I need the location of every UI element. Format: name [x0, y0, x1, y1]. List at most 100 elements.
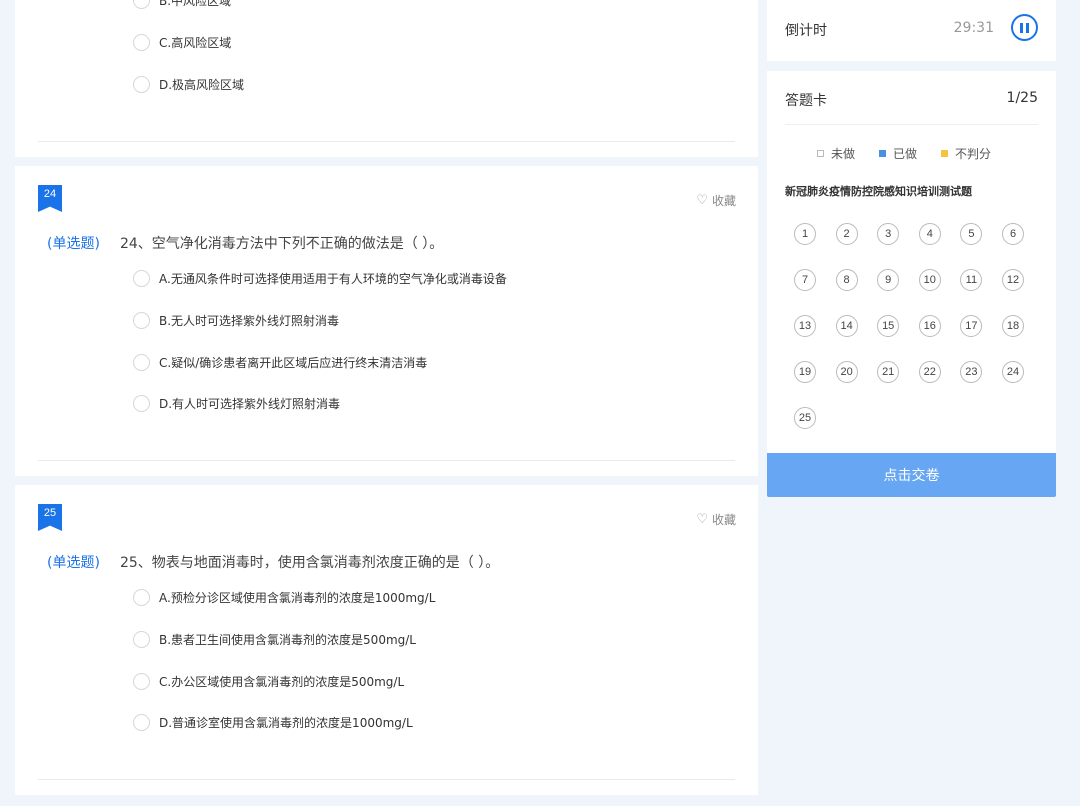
option-d[interactable]: D.极高风险区域 — [133, 76, 244, 93]
question-number-16[interactable]: 16 — [918, 315, 941, 337]
pause-bar — [1020, 22, 1023, 33]
question-number-1[interactable]: 1 — [794, 223, 816, 245]
legend-label: 未做 — [831, 147, 856, 161]
question-number-23[interactable]: 23 — [960, 361, 983, 383]
radio-icon[interactable] — [133, 714, 150, 731]
option-label: C.办公区域使用含氯消毒剂的浓度是500mg/L — [159, 675, 405, 689]
question-number-badge: 24 — [38, 185, 62, 212]
radio-icon[interactable] — [133, 395, 150, 412]
heart-icon: ♡ — [696, 512, 708, 527]
question-number-17[interactable]: 17 — [960, 315, 983, 337]
radio-icon[interactable] — [133, 76, 150, 93]
option-d[interactable]: D.普通诊室使用含氯消毒剂的浓度是1000mg/L — [133, 714, 413, 731]
legend-label: 已做 — [893, 147, 918, 161]
radio-icon[interactable] — [133, 673, 150, 690]
divider — [38, 141, 735, 142]
heart-icon: ♡ — [696, 193, 708, 208]
question-number-19[interactable]: 19 — [794, 361, 816, 383]
timer-panel: 倒计时 29:31 — [767, 0, 1056, 61]
legend-item-ungraded: 不判分 — [941, 145, 991, 162]
question-number-14[interactable]: 14 — [835, 315, 858, 337]
ungraded-swatch-icon — [941, 150, 949, 157]
option-a[interactable]: A.预检分诊区域使用含氯消毒剂的浓度是1000mg/L — [133, 589, 435, 606]
option-c[interactable]: C.办公区域使用含氯消毒剂的浓度是500mg/L — [133, 673, 404, 690]
question-number-21[interactable]: 21 — [877, 361, 900, 383]
radio-icon[interactable] — [133, 0, 150, 9]
question-card-24: 24 ♡ 收藏 (单选题) 24、空气净化消毒方法中下列不正确的做法是（ ）。 … — [15, 166, 758, 476]
answer-card-panel: 答题卡 1/25 未做 已做 不判分 新冠肺炎疫情防控院感知识培训测试题 123… — [767, 71, 1056, 453]
question-number-12[interactable]: 12 — [1002, 269, 1024, 291]
question-number-11[interactable]: 11 — [960, 269, 983, 291]
option-label: D.普通诊室使用含氯消毒剂的浓度是1000mg/L — [159, 716, 413, 730]
radio-icon[interactable] — [133, 34, 150, 51]
favorite-button[interactable]: ♡ 收藏 — [696, 192, 736, 209]
option-label: D.极高风险区域 — [159, 78, 245, 92]
done-swatch-icon — [879, 150, 887, 157]
favorite-label: 收藏 — [711, 194, 736, 208]
question-number-7[interactable]: 7 — [794, 269, 816, 291]
option-label: C.高风险区域 — [159, 36, 232, 50]
submit-exam-button[interactable]: 点击交卷 — [767, 453, 1056, 497]
pause-bar — [1026, 22, 1029, 33]
question-number-6[interactable]: 6 — [1002, 223, 1024, 245]
question-number-13[interactable]: 13 — [794, 315, 816, 337]
favorite-button[interactable]: ♡ 收藏 — [696, 511, 736, 528]
option-b[interactable]: B.中风险区域 — [133, 0, 231, 9]
option-d[interactable]: D.有人时可选择紫外线灯照射消毒 — [133, 395, 340, 412]
legend: 未做 已做 不判分 — [817, 145, 991, 162]
answer-card-title: 答题卡 — [785, 93, 827, 109]
pause-icon[interactable] — [1011, 14, 1038, 41]
option-label: A.无通风条件时可选择使用适用于有人环境的空气净化或消毒设备 — [159, 272, 507, 286]
divider — [38, 460, 735, 461]
question-type: (单选题) — [47, 236, 100, 252]
option-label: B.患者卫生间使用含氯消毒剂的浓度是500mg/L — [159, 633, 416, 647]
option-label: B.中风险区域 — [159, 0, 232, 8]
option-b[interactable]: B.患者卫生间使用含氯消毒剂的浓度是500mg/L — [133, 631, 416, 648]
question-text: 24、空气净化消毒方法中下列不正确的做法是（ ）。 — [119, 236, 444, 252]
legend-label: 不判分 — [955, 147, 992, 161]
question-number-15[interactable]: 15 — [877, 315, 900, 337]
question-number-25[interactable]: 25 — [794, 407, 816, 429]
option-label: C.疑似/确诊患者离开此区域后应进行终末清洁消毒 — [159, 356, 428, 370]
question-number-2[interactable]: 2 — [835, 223, 858, 245]
question-number-24[interactable]: 24 — [1002, 361, 1024, 383]
radio-icon[interactable] — [133, 631, 150, 648]
question-line: (单选题) 25、物表与地面消毒时，使用含氯消毒剂浓度正确的是（ ）。 — [47, 552, 499, 572]
question-card-25: 25 ♡ 收藏 (单选题) 25、物表与地面消毒时，使用含氯消毒剂浓度正确的是（… — [15, 485, 758, 795]
question-number-10[interactable]: 10 — [918, 269, 941, 291]
option-c[interactable]: C.高风险区域 — [133, 34, 231, 51]
question-type: (单选题) — [47, 555, 100, 571]
radio-icon[interactable] — [133, 312, 150, 329]
exam-title: 新冠肺炎疫情防控院感知识培训测试题 — [785, 185, 972, 198]
divider — [785, 124, 1038, 125]
option-b[interactable]: B.无人时可选择紫外线灯照射消毒 — [133, 312, 339, 329]
option-label: B.无人时可选择紫外线灯照射消毒 — [159, 314, 340, 328]
question-text: 25、物表与地面消毒时，使用含氯消毒剂浓度正确的是（ ）。 — [119, 555, 500, 571]
undone-swatch-icon — [817, 150, 824, 157]
radio-icon[interactable] — [133, 354, 150, 371]
question-number-20[interactable]: 20 — [835, 361, 858, 383]
answer-card-count: 1/25 — [1006, 90, 1038, 106]
question-line: (单选题) 24、空气净化消毒方法中下列不正确的做法是（ ）。 — [47, 233, 443, 253]
divider — [38, 779, 735, 780]
question-number-badge: 25 — [38, 504, 62, 531]
option-label: D.有人时可选择紫外线灯照射消毒 — [159, 397, 341, 411]
timer-value: 29:31 — [953, 20, 994, 36]
option-a[interactable]: A.无通风条件时可选择使用适用于有人环境的空气净化或消毒设备 — [133, 270, 507, 287]
option-c[interactable]: C.疑似/确诊患者离开此区域后应进行终末清洁消毒 — [133, 354, 427, 371]
question-number-9[interactable]: 9 — [877, 269, 900, 291]
question-number-5[interactable]: 5 — [960, 223, 983, 245]
question-number-8[interactable]: 8 — [835, 269, 858, 291]
question-number-4[interactable]: 4 — [918, 223, 941, 245]
favorite-label: 收藏 — [711, 513, 736, 527]
question-number-22[interactable]: 22 — [918, 361, 941, 383]
timer-label: 倒计时 — [785, 23, 827, 39]
question-number-18[interactable]: 18 — [1002, 315, 1024, 337]
legend-item-undone: 未做 — [817, 145, 855, 162]
question-card-23: B.中风险区域 C.高风险区域 D.极高风险区域 — [15, 0, 758, 157]
radio-icon[interactable] — [133, 270, 150, 287]
option-label: A.预检分诊区域使用含氯消毒剂的浓度是1000mg/L — [159, 591, 436, 605]
legend-item-done: 已做 — [879, 145, 917, 162]
radio-icon[interactable] — [133, 589, 150, 606]
question-number-3[interactable]: 3 — [877, 223, 900, 245]
